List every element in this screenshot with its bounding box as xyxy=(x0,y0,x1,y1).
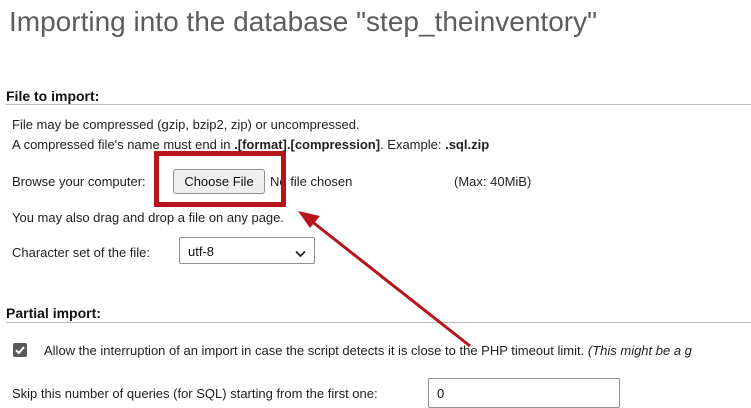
section-title-partial-import: Partial import: xyxy=(6,305,101,321)
drag-drop-note: You may also drag and drop a file on any… xyxy=(12,210,284,225)
charset-select[interactable]: utf-8 xyxy=(179,237,315,264)
allow-interrupt-checkbox[interactable] xyxy=(13,343,27,357)
browse-label: Browse your computer: xyxy=(12,174,146,189)
allow-interrupt-label: Allow the interruption of an import in c… xyxy=(44,343,692,358)
no-file-chosen-text: No file chosen xyxy=(270,174,353,189)
skip-queries-input[interactable] xyxy=(428,378,620,408)
charset-selected-value: utf-8 xyxy=(188,244,215,259)
choose-file-button[interactable]: Choose File xyxy=(173,169,265,194)
example-hint: .sql.zip xyxy=(445,137,490,152)
charset-label: Character set of the file: xyxy=(12,245,151,260)
file-name-rule: A compressed file's name must end in .[f… xyxy=(12,137,490,152)
max-size-text: (Max: 40MiB) xyxy=(454,174,532,189)
section-divider xyxy=(6,322,751,323)
allow-interrupt-note: (This might be a g xyxy=(587,343,692,358)
section-title-file-to-import: File to import: xyxy=(6,88,100,104)
checkmark-icon xyxy=(15,346,25,355)
compression-note: File may be compressed (gzip, bzip2, zip… xyxy=(12,117,360,132)
section-divider xyxy=(6,104,751,105)
skip-queries-label: Skip this number of queries (for SQL) st… xyxy=(12,386,378,401)
chevron-down-icon xyxy=(295,246,306,261)
page-title: Importing into the database "step_theinv… xyxy=(9,6,598,37)
format-hint: .[format].[compression] xyxy=(234,137,381,152)
